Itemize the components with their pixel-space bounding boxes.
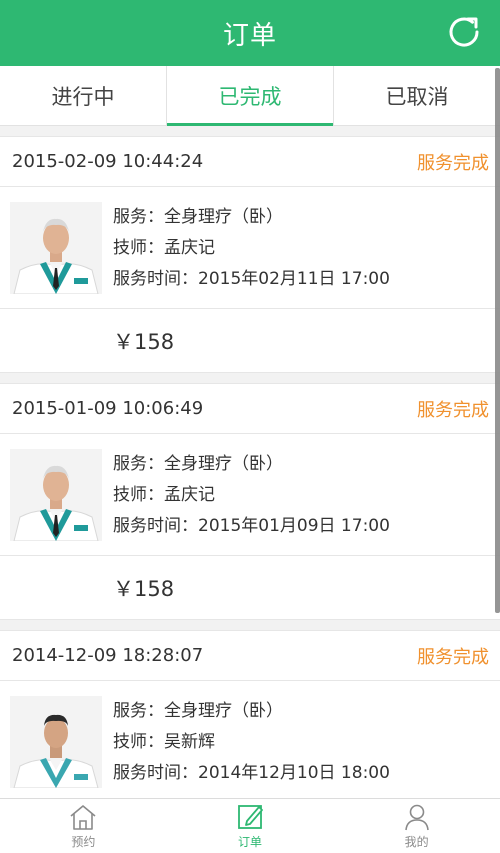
- order-card[interactable]: 2015-01-09 10:06:49 服务完成 服务：全身理疗（卧） 技师：孟…: [0, 383, 500, 620]
- app-header: 订单: [0, 0, 500, 66]
- home-icon: [70, 805, 96, 830]
- scrollbar[interactable]: [495, 68, 500, 613]
- technician-name: 技师：吴新辉: [113, 731, 215, 752]
- order-info: 服务：全身理疗（卧） 技师：孟庆记 服务时间：2015年01月09日 17:00: [113, 453, 390, 537]
- service-time: 服务时间：2015年02月11日 17:00: [113, 268, 390, 289]
- technician-name: 技师：孟庆记: [113, 484, 215, 505]
- refresh-icon[interactable]: [444, 12, 484, 52]
- order-card-body: 服务：全身理疗（卧） 技师：孟庆记 服务时间：2015年01月09日 17:00: [0, 434, 500, 556]
- order-card[interactable]: 2015-02-09 10:44:24 服务完成 服务：全身理疗（卧） 技师：孟…: [0, 136, 500, 373]
- order-datetime: 2014-12-09 18:28:07: [12, 645, 204, 666]
- service-time: 服务时间：2014年12月10日 18:00: [113, 762, 390, 783]
- tab-cancelled[interactable]: 已取消: [334, 66, 500, 125]
- order-list[interactable]: 2015-02-09 10:44:24 服务完成 服务：全身理疗（卧） 技师：孟…: [0, 126, 500, 798]
- service-name: 服务：全身理疗（卧）: [113, 700, 283, 721]
- tab-in-progress[interactable]: 进行中: [0, 66, 167, 125]
- service-time: 服务时间：2015年01月09日 17:00: [113, 515, 390, 536]
- edit-icon: [238, 805, 263, 829]
- order-status: 服务完成: [417, 646, 489, 668]
- order-card-header: 2014-12-09 18:28:07 服务完成: [0, 631, 500, 681]
- order-price: ￥158: [113, 329, 175, 354]
- order-card-header: 2015-01-09 10:06:49 服务完成: [0, 384, 500, 434]
- service-name: 服务：全身理疗（卧）: [113, 206, 283, 227]
- technician-avatar: [10, 201, 102, 294]
- bottom-nav: 预约 订单 我的: [0, 798, 500, 853]
- divider: [0, 126, 500, 136]
- order-tabs: 进行中 已完成 已取消: [0, 66, 500, 126]
- technician-name: 技师：孟庆记: [113, 237, 215, 258]
- order-card[interactable]: 2014-12-09 18:28:07 服务完成 服务：全身理疗（卧） 技师：吴…: [0, 630, 500, 798]
- order-price: ￥158: [113, 576, 175, 601]
- tab-completed[interactable]: 已完成: [167, 66, 334, 126]
- order-status: 服务完成: [417, 152, 489, 174]
- order-info: 服务：全身理疗（卧） 技师：吴新辉 服务时间：2014年12月10日 18:00: [113, 700, 390, 784]
- order-card-footer: ￥158: [0, 309, 500, 372]
- order-card-footer: ￥158: [0, 556, 500, 619]
- nav-label: 我的: [404, 835, 429, 849]
- nav-item-appointment[interactable]: 预约: [0, 799, 167, 853]
- order-datetime: 2015-02-09 10:44:24: [12, 151, 204, 172]
- nav-item-orders[interactable]: 订单: [167, 799, 334, 853]
- nav-label: 预约: [71, 835, 96, 849]
- order-status: 服务完成: [417, 399, 489, 421]
- divider: [0, 373, 500, 383]
- service-name: 服务：全身理疗（卧）: [113, 453, 283, 474]
- order-card-body: 服务：全身理疗（卧） 技师：孟庆记 服务时间：2015年02月11日 17:00: [0, 187, 500, 309]
- order-datetime: 2015-01-09 10:06:49: [12, 398, 204, 419]
- technician-avatar: [10, 695, 102, 788]
- technician-avatar: [10, 448, 102, 541]
- order-info: 服务：全身理疗（卧） 技师：孟庆记 服务时间：2015年02月11日 17:00: [113, 206, 390, 290]
- nav-label: 订单: [238, 835, 263, 849]
- nav-item-profile[interactable]: 我的: [333, 799, 500, 853]
- order-card-body: 服务：全身理疗（卧） 技师：吴新辉 服务时间：2014年12月10日 18:00: [0, 681, 500, 798]
- divider: [0, 620, 500, 630]
- order-card-header: 2015-02-09 10:44:24 服务完成: [0, 137, 500, 187]
- page-title: 订单: [222, 20, 277, 51]
- user-icon: [404, 804, 429, 831]
